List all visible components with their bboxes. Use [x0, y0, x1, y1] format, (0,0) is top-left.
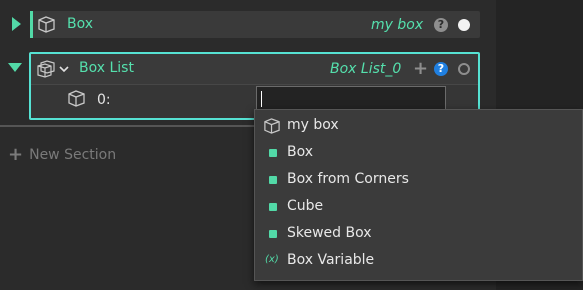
- dropdown-item-label: Cube: [287, 198, 324, 214]
- section-separator: [0, 125, 254, 127]
- chevron-down-icon[interactable]: [59, 65, 69, 73]
- variable-icon: (x): [265, 254, 279, 265]
- dropdown-item-label: Box: [287, 144, 314, 160]
- dropdown-item-box-variable[interactable]: (x) Box Variable: [255, 247, 582, 274]
- help-icon[interactable]: ?: [434, 18, 448, 32]
- dropdown-item-label: Box from Corners: [287, 171, 409, 187]
- type-dot-icon: [269, 176, 277, 184]
- list-label: Box List: [79, 60, 134, 76]
- row-value[interactable]: my box: [371, 17, 423, 33]
- dropdown-item-label: my box: [287, 117, 339, 133]
- text-caret: [261, 91, 262, 107]
- dropdown-item-cube[interactable]: Cube: [255, 193, 582, 220]
- dropdown-item-label: Box Variable: [287, 252, 375, 268]
- parameter-row-box[interactable]: Box my box ?: [30, 11, 480, 38]
- list-value[interactable]: Box List_0: [330, 61, 401, 77]
- dropdown-item-box-from-corners[interactable]: Box from Corners: [255, 166, 582, 193]
- type-dot-icon: [269, 203, 277, 211]
- dropdown-item-my-box[interactable]: my box: [255, 112, 582, 139]
- new-section-label: New Section: [29, 147, 117, 163]
- autocomplete-dropdown[interactable]: my box Box Box from Corners Cube Skewed …: [254, 109, 583, 281]
- row-accent-bar: [30, 11, 33, 38]
- item-index: 0:: [97, 92, 111, 108]
- dropdown-item-skewed-box[interactable]: Skewed Box: [255, 220, 582, 247]
- new-section-button[interactable]: + New Section: [8, 144, 116, 165]
- dropdown-item-box[interactable]: Box: [255, 139, 582, 166]
- list-section-header: Box List Box List_0 + ?: [31, 54, 478, 84]
- row-label: Box: [67, 16, 94, 32]
- add-item-icon[interactable]: +: [413, 60, 428, 78]
- status-dot-icon[interactable]: [458, 19, 470, 31]
- cube-icon: [38, 16, 55, 33]
- cube-icon: [68, 90, 85, 107]
- type-dot-icon: [269, 149, 277, 157]
- type-dot-icon: [269, 230, 277, 238]
- dropdown-item-label: Skewed Box: [287, 225, 372, 241]
- status-ring-icon[interactable]: [458, 63, 470, 75]
- collapse-arrow-icon[interactable]: [8, 63, 22, 72]
- cube-icon: [264, 118, 280, 134]
- expand-arrow-icon[interactable]: [12, 17, 21, 31]
- help-icon[interactable]: ?: [434, 62, 448, 76]
- plus-icon: +: [8, 144, 24, 165]
- cube-stack-icon: [37, 60, 55, 78]
